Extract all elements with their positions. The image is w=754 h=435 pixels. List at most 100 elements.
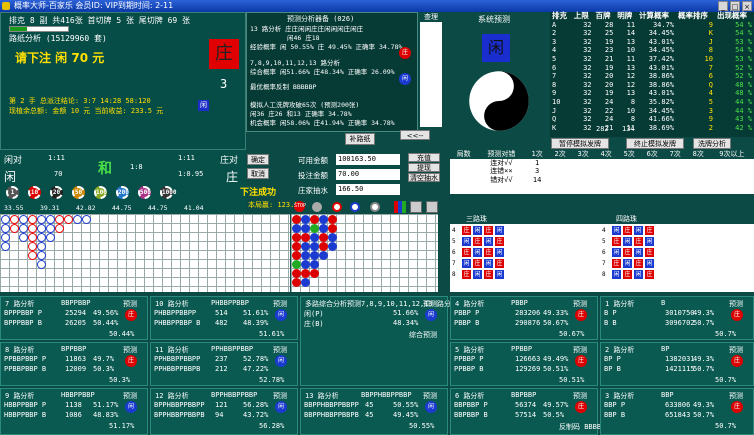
analysis-predict-label: 预测 <box>123 300 137 308</box>
card-probability-table: 排克 上限 百牌 明牌 计算概率 概率排序 出现概率 A 32 28 11 34.7% 9 54 % 2 3… <box>550 11 754 132</box>
progress-bar <box>9 26 69 32</box>
analysis-name: 10 路分析 <box>155 300 189 308</box>
chip-value: 42.82 <box>76 204 96 212</box>
analysis-pc2: 50.5% <box>543 411 565 419</box>
pause-sim-button[interactable]: 暂停模拟发牌 <box>551 138 609 149</box>
gray-ring-icon[interactable] <box>370 202 380 212</box>
bead <box>310 242 319 251</box>
table-cell: 34.45% <box>648 106 675 115</box>
analysis-footer: 51.17% <box>109 422 135 430</box>
road-cell: 庄 <box>623 248 632 257</box>
analysis-pick-badge: 庄 <box>575 309 587 321</box>
bead <box>292 251 301 260</box>
minimize-button[interactable]: _ <box>718 1 728 11</box>
analysis-v1: 514 <box>215 309 228 317</box>
table-cell <box>450 176 477 185</box>
clear-pump-button[interactable]: 清空抽水 <box>408 173 440 182</box>
big-road-dot <box>28 233 37 242</box>
table-cell: 25 <box>604 29 614 38</box>
analysis-card: 6 路分析 BBPBBP 预测 BBPBBP P 56374 49.57% BBPBBP B… <box>450 388 610 435</box>
road-cell: 闲 <box>634 226 643 235</box>
analysis-v2: 26205 <box>65 319 87 327</box>
bead <box>301 269 310 278</box>
analysis-predict-label: 预测 <box>573 392 587 400</box>
table-cell: 41.66% <box>648 115 675 124</box>
table-header: 4次 <box>600 150 612 158</box>
wheel-icon[interactable] <box>312 202 322 212</box>
road-icon[interactable] <box>426 201 438 213</box>
analysis-card: 11 路分析 PPHBBPPBBP 预测 PPHBBPPBBPP 237 52.78% PP… <box>150 342 298 386</box>
stop-icon[interactable]: STOP <box>294 201 306 212</box>
road-cell: 闲 <box>634 248 643 257</box>
zhuang-label: 庄 <box>226 170 239 184</box>
he-odds: 1:8 <box>130 163 143 171</box>
maximize-button[interactable]: □ <box>730 1 740 11</box>
arrow-button[interactable]: <<-- <box>400 130 430 140</box>
analysis-v2: 651843 <box>665 411 691 419</box>
bead <box>328 224 337 233</box>
table-cell: 2 <box>552 29 557 38</box>
shuffle-analysis-button[interactable]: 洗牌分析 <box>693 138 731 149</box>
table-cell: 42 % <box>735 123 752 132</box>
table-cell <box>549 167 572 176</box>
analysis-pc1: 51.66% <box>393 309 419 317</box>
table-cell: 35.82% <box>648 97 675 106</box>
chip-200[interactable]: 200 <box>116 186 129 199</box>
table-cell: 24 <box>604 97 614 106</box>
bet-success-text: 下注成功 <box>240 188 277 198</box>
table-cell: 20 <box>604 80 614 89</box>
analysis-p1: PPHBBPPBBPP <box>154 355 201 363</box>
analysis-v2: 290876 <box>515 319 541 327</box>
chip-100[interactable]: 100 <box>94 186 107 199</box>
table-cell: 5 <box>708 97 713 106</box>
table-cell: 7 <box>708 63 713 72</box>
blue-ring-icon[interactable] <box>350 202 360 212</box>
chip-1000[interactable]: 1000 <box>160 186 176 199</box>
grid-icon[interactable] <box>410 201 422 213</box>
table-cell: 28 <box>604 20 614 29</box>
analysis-p2: PHBBPPBBP B <box>154 319 201 327</box>
analysis-name: 多路综合分析预测 <box>305 300 361 308</box>
table-row: 3 32 19 13 43.01% J 53 % <box>550 38 754 47</box>
supplement-road-button[interactable]: 补路纸 <box>345 133 375 145</box>
zhuang-box: 庄 <box>209 39 239 69</box>
bars-icon[interactable] <box>394 201 406 213</box>
table-header: 7次 <box>669 150 681 158</box>
table-cell: 3 <box>708 106 713 115</box>
table-header: 预测对错 <box>487 150 516 158</box>
close-button[interactable]: × <box>742 1 752 11</box>
forecast-line: 综合概率 闲51.66% 庄48.34% 正确率 26.09% <box>250 68 395 76</box>
chip-20[interactable]: 20 <box>50 186 63 199</box>
analysis-footer: 50.55% <box>409 422 435 430</box>
analysis-card: 2 路分析 BP 预测 BP P 1382031 49.3% BP B 1421115 50.7… <box>600 342 754 386</box>
bead <box>310 251 319 260</box>
cancel-button[interactable]: 取消 <box>247 168 269 179</box>
withdraw-button[interactable]: 提现 <box>408 163 440 172</box>
chip-50[interactable]: 50 <box>72 186 85 199</box>
analysis-pc2: 50.3% <box>93 365 115 373</box>
red-ring-icon[interactable] <box>332 202 342 212</box>
analysis-predict-label: 预测 <box>729 392 743 400</box>
zhuang-dui-label: 庄对 <box>220 156 239 166</box>
forecast-pick-zhuang: 庄 <box>399 47 411 59</box>
table-header: 1次 <box>531 150 543 158</box>
analysis-name: 7 路分析 <box>5 300 35 308</box>
chip-500[interactable]: 500 <box>138 186 151 199</box>
table-header: 6次 <box>646 150 658 158</box>
bead <box>310 269 319 278</box>
analysis-p2: BBPBBP B <box>454 411 488 419</box>
bead <box>319 233 328 242</box>
big-road-dot <box>28 251 37 260</box>
analysis-seq: B <box>661 299 666 307</box>
confirm-button[interactable]: 确定 <box>247 154 269 165</box>
stop-sim-button[interactable]: 终止模拟发牌 <box>626 138 684 149</box>
chip-10[interactable]: 10 <box>28 186 41 199</box>
table-cell <box>595 159 618 168</box>
table-cell <box>572 167 595 176</box>
chip-1[interactable]: 1 <box>6 186 19 199</box>
road-cell: 闲 <box>495 226 504 235</box>
analysis-pick-badge: 庄 <box>575 401 587 413</box>
table-cell <box>641 159 664 168</box>
deposit-button[interactable]: 充值 <box>408 153 440 162</box>
analysis-seq: BBPBBP <box>511 391 537 399</box>
